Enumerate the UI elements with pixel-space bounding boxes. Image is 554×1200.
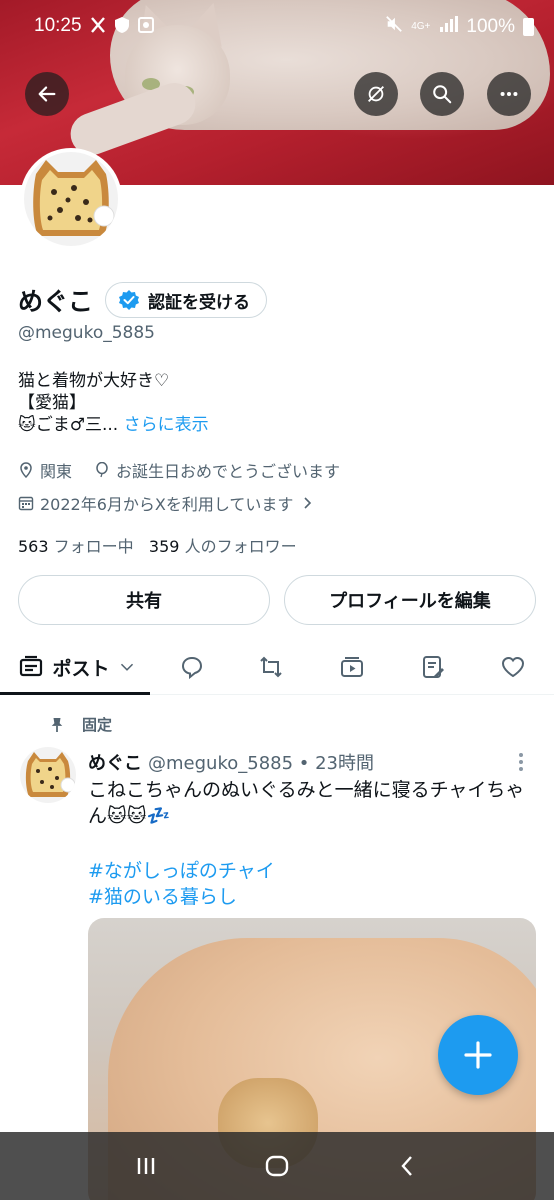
search-icon bbox=[433, 85, 452, 104]
plus-icon bbox=[464, 1041, 492, 1069]
grok-button[interactable] bbox=[354, 72, 398, 116]
followers-count: 359 bbox=[148, 537, 180, 556]
video-icon bbox=[341, 657, 363, 677]
pinned-label: 固定 bbox=[82, 716, 113, 734]
network-type: 4G+ bbox=[411, 21, 431, 32]
bio-line: 【愛猫】 bbox=[18, 393, 86, 413]
battery-icon bbox=[523, 18, 534, 36]
pinned-indicator: 固定 bbox=[50, 714, 112, 735]
tab-articles[interactable] bbox=[411, 640, 455, 694]
joined-text: 2022年6月からXを利用しています bbox=[40, 495, 294, 514]
tab-replies[interactable] bbox=[170, 640, 214, 694]
mute-icon bbox=[385, 15, 403, 39]
recent-apps-icon[interactable] bbox=[132, 1152, 160, 1180]
chevron-right-icon bbox=[304, 497, 312, 509]
back-button[interactable] bbox=[25, 72, 69, 116]
arrow-left-icon bbox=[38, 86, 56, 102]
tweet-avatar[interactable] bbox=[20, 747, 76, 803]
avatar-image bbox=[24, 152, 118, 246]
heart-icon bbox=[501, 656, 525, 678]
chevron-down-icon bbox=[120, 663, 133, 671]
profile-bio: 猫と着物が大好き♡ 【愛猫】 🐱ごま♂三... さらに表示 bbox=[18, 370, 209, 436]
posts-tab-icon bbox=[20, 655, 43, 677]
grok-icon bbox=[368, 86, 384, 102]
bio-line-text: 🐱ごま♂三... bbox=[18, 415, 119, 435]
reply-icon bbox=[181, 656, 203, 680]
name-row: めぐこ 認証を受ける bbox=[18, 282, 268, 318]
tab-posts[interactable]: ポスト bbox=[12, 640, 142, 694]
back-nav-icon[interactable] bbox=[394, 1152, 422, 1180]
tweet-handle-time: @meguko_5885 • 23時間 bbox=[148, 753, 375, 774]
x-logo-icon bbox=[90, 16, 106, 34]
tab-posts-label: ポスト bbox=[52, 657, 110, 680]
repost-icon bbox=[260, 656, 282, 678]
balloon-icon bbox=[96, 462, 108, 478]
more-vertical-icon bbox=[519, 753, 523, 771]
more-horizontal-icon bbox=[500, 91, 518, 97]
tweet-header: めぐこ @meguko_5885 • 23時間 bbox=[88, 749, 374, 775]
following-link[interactable]: 563 フォロー中 bbox=[18, 537, 134, 556]
bio-line: 猫と着物が大好き♡ bbox=[18, 371, 170, 391]
show-more-link[interactable]: さらに表示 bbox=[124, 415, 209, 435]
tweet-author-name[interactable]: めぐこ bbox=[88, 749, 142, 775]
signal-icon bbox=[438, 15, 459, 39]
status-time: 10:25 bbox=[34, 15, 82, 36]
battery-percent: 100% bbox=[466, 16, 515, 37]
status-right: 4G+ 100% bbox=[385, 15, 534, 39]
location-icon bbox=[20, 462, 32, 478]
tab-videos[interactable] bbox=[330, 640, 374, 694]
following-count: 563 bbox=[18, 537, 49, 556]
compose-post-button[interactable] bbox=[438, 1015, 518, 1095]
active-tab-indicator bbox=[0, 692, 150, 695]
bio-line: 🐱ごま♂三... さらに表示 bbox=[18, 414, 209, 436]
share-button[interactable]: 共有 bbox=[18, 575, 270, 625]
system-nav-bar bbox=[0, 1132, 554, 1200]
follow-stats: 563 フォロー中 359 人のフォロワー bbox=[18, 533, 297, 557]
profile-avatar[interactable] bbox=[20, 148, 122, 250]
status-bar: 10:25 4G+ 100% bbox=[0, 0, 554, 52]
profile-meta-row: 関東 お誕生日おめでとうございます bbox=[18, 458, 340, 482]
birthday-text: お誕生日おめでとうございます bbox=[116, 462, 341, 481]
notification-icons bbox=[90, 16, 154, 34]
followers-label: 人のフォロワー bbox=[184, 537, 297, 556]
profile-handle: @meguko_5885 bbox=[18, 323, 155, 343]
following-label: フォロー中 bbox=[53, 537, 134, 556]
profile-tabs: ポスト bbox=[0, 640, 554, 695]
joined-row[interactable]: 2022年6月からXを利用しています bbox=[18, 491, 315, 515]
app-notification-icon bbox=[138, 16, 154, 34]
hashtag-link[interactable]: #猫のいる暮らし bbox=[88, 882, 237, 909]
tweet-text: こねこちゃんのぬいぐるみと一緒に寝るチャイちゃん🐱🐱💤 bbox=[88, 779, 525, 827]
shield-icon bbox=[114, 16, 130, 34]
pin-icon bbox=[51, 717, 63, 732]
edit-profile-button[interactable]: プロフィールを編集 bbox=[284, 575, 536, 625]
display-name: めぐこ bbox=[18, 287, 94, 316]
tweet-more-button[interactable] bbox=[518, 752, 524, 777]
followers-link[interactable]: 359 人のフォロワー bbox=[149, 537, 297, 556]
tab-reposts[interactable] bbox=[249, 640, 293, 694]
calendar-icon bbox=[18, 496, 34, 511]
get-verified-button[interactable]: 認証を受ける bbox=[105, 282, 268, 318]
home-icon[interactable] bbox=[263, 1152, 291, 1180]
search-button[interactable] bbox=[420, 72, 464, 116]
verified-badge-icon bbox=[119, 290, 140, 310]
hashtag-link[interactable]: #ながしっぽのチャイ bbox=[88, 856, 275, 883]
tab-likes[interactable] bbox=[491, 640, 535, 694]
article-icon bbox=[423, 656, 444, 678]
location-text: 関東 bbox=[40, 462, 73, 481]
more-options-button[interactable] bbox=[487, 72, 531, 116]
get-verified-label: 認証を受ける bbox=[148, 292, 251, 313]
